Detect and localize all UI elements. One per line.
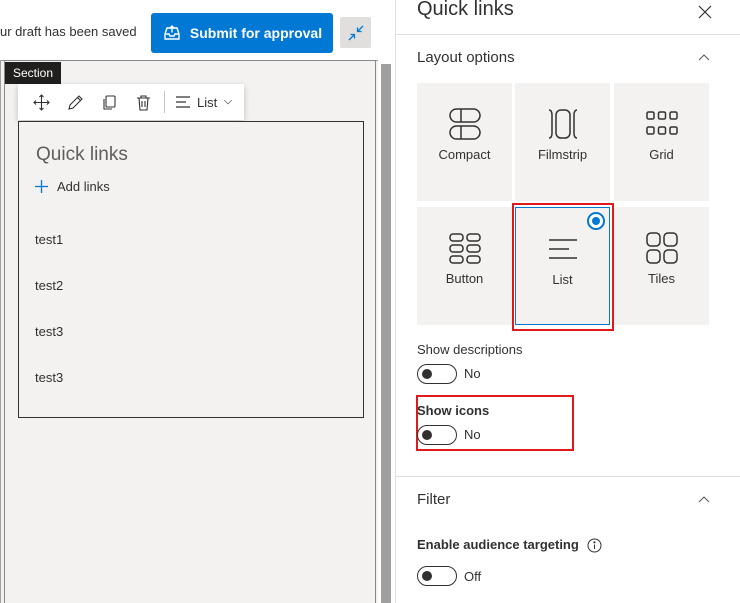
add-links-label: Add links: [57, 179, 110, 194]
submit-for-approval-button[interactable]: Submit for approval: [151, 13, 333, 53]
property-pane: Quick links Layout options Compact Films…: [395, 0, 740, 603]
edit-icon: [67, 94, 83, 110]
layout-option-tiles[interactable]: Tiles: [614, 207, 709, 325]
quick-link-item[interactable]: test2: [35, 278, 63, 293]
layout-option-compact[interactable]: Compact: [417, 83, 512, 201]
quick-link-item[interactable]: test3: [35, 370, 63, 385]
audience-targeting-label: Enable audience targeting: [417, 537, 579, 552]
plus-icon: [35, 180, 48, 193]
panel-divider: [396, 476, 740, 477]
show-descriptions-toggle[interactable]: [417, 364, 457, 384]
webpart-toolbar: List: [18, 84, 244, 120]
close-panel-button[interactable]: [693, 0, 717, 24]
layout-options-header[interactable]: Layout options: [417, 49, 515, 66]
layout-option-label: Grid: [649, 147, 674, 162]
collapse-arrows-icon: [348, 25, 363, 40]
layout-dropdown[interactable]: List: [169, 86, 239, 118]
list-option-highlight: [512, 203, 614, 331]
layout-option-label: Compact: [438, 147, 491, 162]
layout-option-label: Button: [445, 271, 484, 286]
chevron-up-icon[interactable]: [696, 491, 712, 507]
quick-link-item[interactable]: test1: [35, 232, 63, 247]
canvas-scrollbar-thumb[interactable]: [381, 64, 391, 603]
collapse-button[interactable]: [340, 17, 371, 48]
duplicate-icon: [102, 94, 116, 110]
webpart-title[interactable]: Quick links: [36, 144, 128, 166]
layout-option-grid[interactable]: Grid: [614, 83, 709, 201]
button-layout-icon: [448, 233, 481, 264]
grid-layout-icon: [645, 111, 678, 135]
add-links-button[interactable]: Add links: [35, 179, 110, 194]
chevron-up-icon[interactable]: [696, 49, 712, 65]
layout-option-button[interactable]: Button: [417, 207, 512, 325]
quick-links-webpart[interactable]: Quick links Add links test1 test2 test3 …: [18, 121, 364, 418]
submit-label: Submit for approval: [189, 25, 323, 41]
show-icons-toggle[interactable]: [417, 425, 457, 445]
filmstrip-layout-icon: [548, 109, 577, 139]
audience-targeting-toggle[interactable]: [417, 566, 457, 586]
panel-title: Quick links: [417, 0, 514, 20]
draft-status-text: ur draft has been saved: [0, 24, 137, 39]
chevron-down-icon: [224, 99, 233, 105]
tiles-layout-icon: [645, 232, 678, 264]
filter-header[interactable]: Filter: [417, 491, 450, 508]
show-descriptions-value: No: [464, 366, 481, 381]
edit-button[interactable]: [58, 86, 92, 118]
layout-option-label: Tiles: [648, 271, 675, 286]
close-icon: [698, 5, 712, 19]
move-button[interactable]: [24, 86, 58, 118]
audience-targeting-value: Off: [464, 569, 482, 584]
duplicate-button[interactable]: [92, 86, 126, 118]
show-icons-label: Show icons: [417, 403, 490, 418]
show-icons-value: No: [464, 427, 481, 442]
layout-dropdown-label: List: [197, 94, 218, 110]
layout-option-filmstrip[interactable]: Filmstrip: [515, 83, 610, 201]
info-icon[interactable]: [587, 538, 602, 553]
list-lines-icon: [176, 96, 190, 108]
compact-layout-icon: [448, 108, 481, 140]
edit-top-bar: ur draft has been saved Submit for appro…: [0, 0, 390, 60]
delete-button[interactable]: [126, 86, 160, 118]
inbox-upload-icon: [164, 25, 180, 40]
section-tag: Section: [5, 62, 62, 84]
show-descriptions-label: Show descriptions: [417, 342, 523, 357]
quick-link-item[interactable]: test3: [35, 324, 63, 339]
move-icon: [32, 93, 50, 111]
toolbar-separator: [164, 91, 165, 113]
panel-divider: [396, 34, 740, 35]
delete-icon: [136, 94, 150, 111]
layout-option-label: Filmstrip: [537, 147, 588, 162]
